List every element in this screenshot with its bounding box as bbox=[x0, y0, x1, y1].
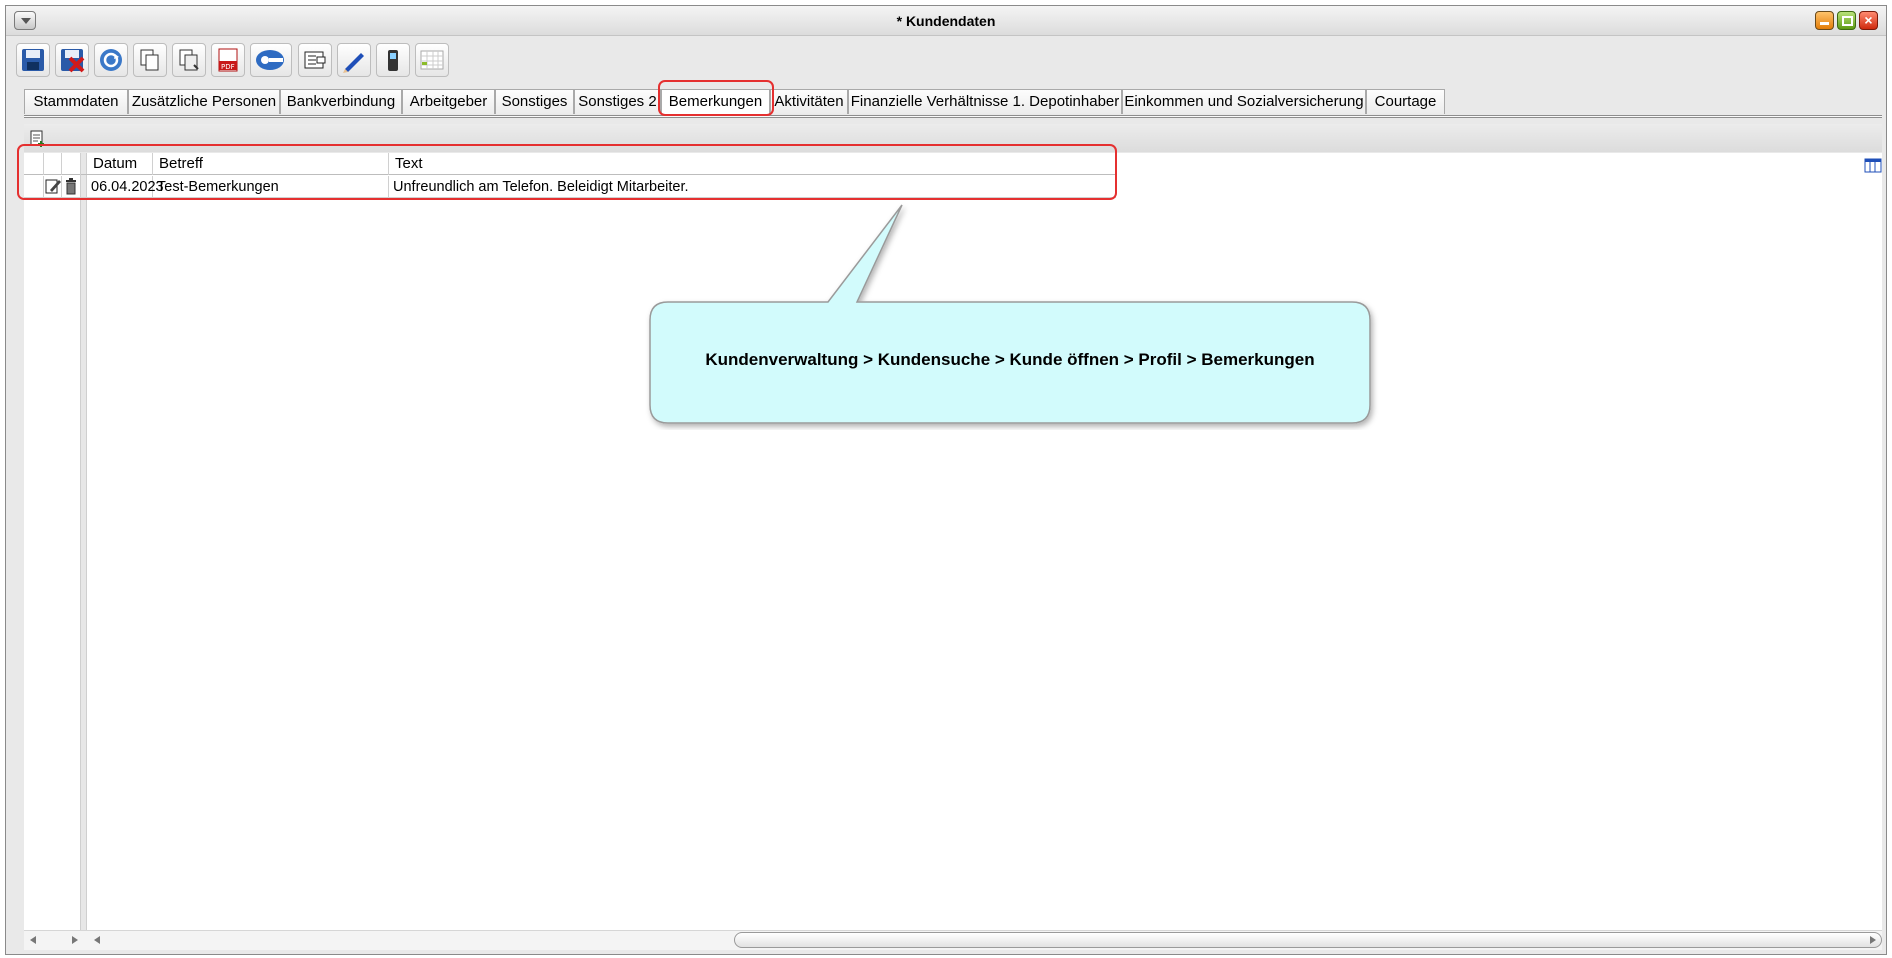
tab-courtage[interactable]: Courtage bbox=[1366, 89, 1445, 114]
maximize-button[interactable] bbox=[1837, 11, 1856, 30]
row-action-column bbox=[24, 153, 81, 950]
tab-finanzielle-verhaeltnisse[interactable]: Finanzielle Verhältnisse 1. Depotinhaber bbox=[848, 89, 1122, 114]
tab-stammdaten[interactable]: Stammdaten bbox=[24, 89, 128, 114]
tab-highlight-frame bbox=[658, 80, 774, 116]
letter-icon[interactable] bbox=[298, 43, 332, 77]
tab-sonstiges-2[interactable]: Sonstiges 2 bbox=[574, 89, 661, 114]
scroll-left-icon[interactable] bbox=[94, 936, 100, 944]
save-icon[interactable] bbox=[16, 43, 50, 77]
tab-zusaetzliche-personen[interactable]: Zusätzliche Personen bbox=[128, 89, 280, 114]
tab-panel-border bbox=[24, 115, 1882, 118]
scroll-left-icon[interactable] bbox=[30, 936, 36, 944]
scroll-right-icon[interactable] bbox=[72, 936, 78, 944]
scroll-right-icon[interactable] bbox=[1870, 936, 1876, 944]
pen-icon[interactable] bbox=[337, 43, 371, 77]
minimize-button[interactable] bbox=[1815, 11, 1834, 30]
phone-icon[interactable] bbox=[376, 43, 410, 77]
save-close-icon[interactable] bbox=[55, 43, 89, 77]
callout-text: Kundenverwaltung > Kundensuche > Kunde ö… bbox=[705, 350, 1315, 369]
window-title: * Kundendaten bbox=[896, 13, 996, 29]
close-button[interactable]: × bbox=[1859, 11, 1878, 30]
table-icon[interactable] bbox=[415, 43, 449, 77]
svg-text:PDF: PDF bbox=[221, 63, 235, 71]
column-chooser-icon[interactable] bbox=[1864, 158, 1882, 178]
tab-arbeitgeber[interactable]: Arbeitgeber bbox=[402, 89, 495, 114]
scroll-thumb[interactable] bbox=[734, 932, 1882, 948]
pdf-icon[interactable]: PDF bbox=[211, 43, 245, 77]
tab-aktivitaeten[interactable]: Aktivitäten bbox=[770, 89, 848, 114]
column-separator[interactable] bbox=[81, 153, 87, 950]
tab-einkommen-sozialversicherung[interactable]: Einkommen und Sozialversicherung bbox=[1122, 89, 1366, 114]
grid-highlight-frame bbox=[17, 144, 1117, 200]
callout-bubble bbox=[649, 204, 1371, 424]
tab-sonstiges[interactable]: Sonstiges bbox=[495, 89, 574, 114]
key-icon[interactable] bbox=[250, 43, 292, 77]
copy-special-icon[interactable] bbox=[172, 43, 206, 77]
horizontal-scrollbar[interactable] bbox=[24, 930, 1882, 950]
refresh-icon[interactable] bbox=[94, 43, 128, 77]
tab-bankverbindung[interactable]: Bankverbindung bbox=[280, 89, 402, 114]
title-bar: * Kundendaten × bbox=[6, 6, 1886, 36]
copy-icon[interactable] bbox=[133, 43, 167, 77]
